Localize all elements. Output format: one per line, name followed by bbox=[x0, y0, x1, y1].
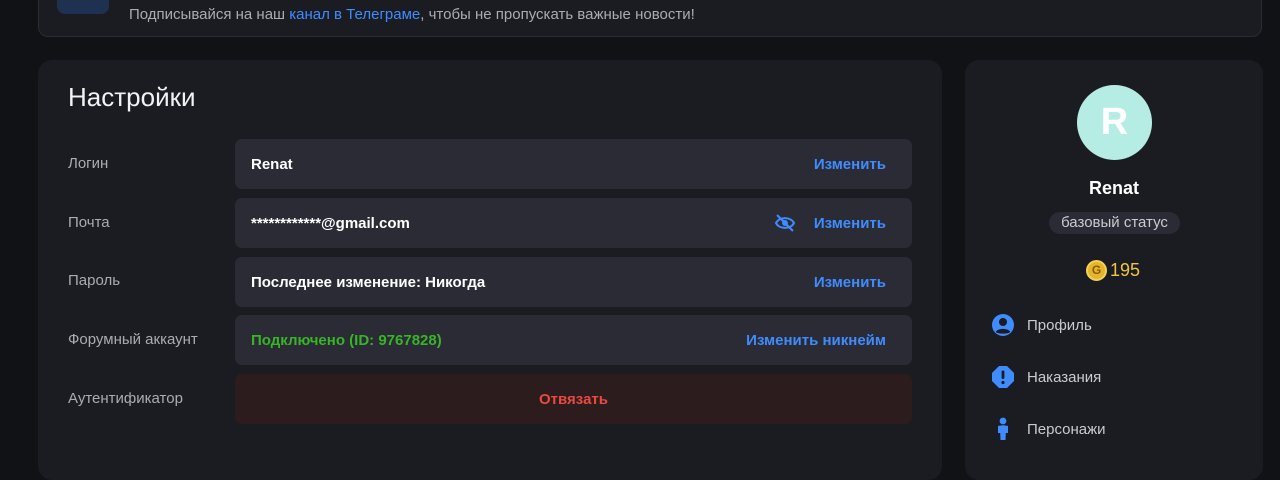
page-title: Настройки bbox=[68, 82, 196, 112]
forum-account-status: Подключено (ID: 9767828) bbox=[251, 332, 442, 349]
coin-icon: G bbox=[1086, 259, 1107, 281]
login-label: Логин bbox=[68, 155, 109, 172]
change-email-button[interactable]: Изменить bbox=[814, 215, 886, 232]
eye-off-icon[interactable] bbox=[775, 214, 795, 232]
change-login-button[interactable]: Изменить bbox=[814, 156, 886, 173]
password-label: Пароль bbox=[68, 272, 121, 289]
settings-card: Настройки Логин Renat Изменить Почта ***… bbox=[38, 60, 942, 480]
telegram-banner: Подписывайся на наш канал в Телеграме, ч… bbox=[38, 0, 1262, 37]
forum-account-field: Подключено (ID: 9767828) Изменить никней… bbox=[235, 315, 912, 365]
login-field: Renat Изменить bbox=[235, 139, 912, 189]
nav-item-characters[interactable]: Персонажи bbox=[991, 416, 1106, 442]
coin-balance: G 195 bbox=[1086, 259, 1140, 281]
user-icon bbox=[992, 314, 1014, 336]
banner-text-after: , чтобы не пропускать важные новости! bbox=[420, 6, 695, 23]
banner-text: Подписывайся на наш канал в Телеграме, ч… bbox=[129, 6, 695, 23]
coin-amount: 195 bbox=[1110, 259, 1141, 280]
nav-item-label: Персонажи bbox=[1027, 420, 1106, 438]
nav-item-label: Наказания bbox=[1027, 368, 1102, 386]
nav-item-profile[interactable]: Профиль bbox=[991, 312, 1092, 338]
telegram-channel-link[interactable]: канал в Телеграме bbox=[289, 6, 420, 23]
profile-card: R Renat базовый статус G 195 Профиль Нак… bbox=[965, 60, 1263, 480]
unlink-authenticator-label: Отвязать bbox=[539, 391, 608, 408]
avatar: R bbox=[1077, 85, 1152, 160]
nav-item-label: Профиль bbox=[1027, 316, 1092, 334]
banner-text-before: Подписывайся на наш bbox=[129, 6, 290, 23]
authenticator-label: Аутентификатор bbox=[68, 390, 183, 407]
login-value: Renat bbox=[251, 156, 293, 173]
warning-icon bbox=[992, 366, 1014, 388]
nav-item-punishments[interactable]: Наказания bbox=[991, 364, 1101, 390]
profile-name: Renat bbox=[1088, 178, 1139, 198]
email-label: Почта bbox=[68, 214, 110, 231]
password-field: Последнее изменение: Никогда Изменить bbox=[235, 257, 912, 307]
unlink-authenticator-button[interactable]: Отвязать bbox=[235, 374, 912, 424]
email-value: ************@gmail.com bbox=[251, 215, 410, 232]
status-badge: базовый статус bbox=[1049, 212, 1180, 234]
email-field: ************@gmail.com Изменить bbox=[235, 198, 912, 248]
banner-image bbox=[57, 0, 109, 14]
password-value: Последнее изменение: Никогда bbox=[251, 274, 486, 291]
person-icon bbox=[998, 417, 1008, 440]
change-nickname-button[interactable]: Изменить никнейм bbox=[746, 332, 886, 349]
change-password-button[interactable]: Изменить bbox=[814, 274, 886, 291]
forum-account-label: Форумный аккаунт bbox=[68, 331, 198, 348]
